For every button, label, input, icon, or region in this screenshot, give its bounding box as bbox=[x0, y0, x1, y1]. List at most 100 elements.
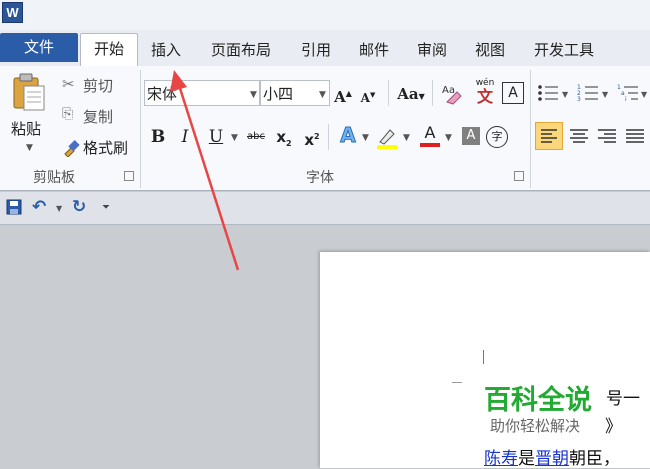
svg-text:Aa: Aa bbox=[442, 85, 455, 96]
margin-mark bbox=[452, 382, 462, 383]
highlight-button[interactable] bbox=[375, 126, 401, 150]
font-color-dropdown-icon[interactable]: ▼ bbox=[445, 133, 452, 143]
font-name-dropdown-icon[interactable]: ▼ bbox=[250, 90, 257, 100]
format-painter-label: 格式刷 bbox=[83, 139, 129, 157]
cut-button[interactable]: ✂ 剪切 bbox=[62, 75, 144, 97]
tab-references[interactable]: 引用 bbox=[296, 38, 336, 62]
format-painter-button[interactable]: 格式刷 bbox=[62, 137, 142, 159]
tab-page-layout[interactable]: 页面布局 bbox=[205, 38, 277, 62]
scissors-icon: ✂ bbox=[62, 75, 75, 93]
bold-icon: B bbox=[150, 127, 166, 147]
clipboard-launcher-icon[interactable] bbox=[124, 171, 134, 181]
tab-view[interactable]: 视图 bbox=[470, 38, 510, 62]
undo-icon[interactable]: ↶ bbox=[32, 197, 46, 217]
enclose-characters-button[interactable]: 字 bbox=[486, 126, 508, 148]
font-size-value: 小四 bbox=[263, 85, 294, 103]
copy-icon: ⎘ bbox=[62, 106, 74, 122]
redo-icon[interactable]: ↻ bbox=[72, 197, 86, 217]
document-line2-tail: 》 bbox=[605, 417, 622, 437]
align-right-icon bbox=[598, 129, 616, 143]
superscript-button[interactable]: x2 bbox=[303, 126, 321, 151]
subscript-button[interactable]: x2 bbox=[275, 126, 293, 155]
grow-font-icon: A bbox=[334, 88, 346, 106]
align-left-button[interactable] bbox=[535, 122, 563, 150]
bullets-icon: ▼ bbox=[538, 85, 569, 101]
character-shading-icon: A bbox=[466, 128, 476, 143]
font-group-label: 字体 bbox=[306, 170, 334, 186]
align-left-icon bbox=[541, 129, 557, 143]
link-jin-dynasty[interactable]: 晋朝 bbox=[535, 449, 569, 469]
paste-label: 粘贴 bbox=[11, 120, 42, 138]
svg-text:▼: ▼ bbox=[602, 90, 609, 99]
numbering-button[interactable]: 123 ▼ bbox=[576, 82, 612, 104]
group-separator bbox=[530, 70, 531, 188]
document-line3-tail: 朝臣， bbox=[569, 449, 620, 469]
superscript-icon: x bbox=[304, 131, 315, 149]
italic-icon: I bbox=[181, 127, 189, 147]
strikethrough-button[interactable]: abc bbox=[244, 126, 268, 148]
bold-button[interactable]: B bbox=[149, 126, 167, 148]
text-effects-icon: A bbox=[340, 123, 357, 147]
link-chen-shou[interactable]: 陈寿 bbox=[484, 449, 518, 469]
paste-dropdown-icon[interactable]: ▼ bbox=[26, 143, 33, 153]
copy-button[interactable]: ⎘ 复制 bbox=[62, 106, 144, 128]
font-launcher-icon[interactable] bbox=[514, 171, 524, 181]
highlight-dropdown-icon[interactable]: ▼ bbox=[403, 133, 410, 143]
subscript-icon: x bbox=[276, 128, 287, 146]
multilevel-list-button[interactable]: 1ai ▼ bbox=[616, 82, 650, 104]
copy-label: 复制 bbox=[83, 108, 114, 126]
highlighter-icon bbox=[377, 129, 397, 149]
word-app-icon[interactable]: W bbox=[2, 2, 23, 23]
clear-formatting-button[interactable]: Aa bbox=[438, 80, 468, 109]
tab-mailings[interactable]: 邮件 bbox=[354, 38, 394, 62]
text-effects-dropdown-icon[interactable]: ▼ bbox=[362, 133, 369, 143]
shrink-font-button[interactable]: A▼ bbox=[360, 84, 376, 109]
justify-icon bbox=[626, 129, 644, 143]
paintbrush-icon bbox=[64, 140, 80, 157]
document-line1-tail: 号一 bbox=[606, 389, 640, 409]
numbering-icon: 123 ▼ bbox=[577, 84, 609, 103]
character-shading-button[interactable]: A bbox=[462, 127, 480, 145]
text-effects-button[interactable]: A bbox=[337, 123, 359, 147]
underline-button[interactable]: U bbox=[205, 126, 227, 148]
paste-button[interactable]: 粘贴 ▼ bbox=[6, 70, 54, 160]
title-bar: W bbox=[0, 0, 650, 30]
character-border-button[interactable]: A bbox=[502, 82, 524, 104]
change-case-button[interactable]: Aa▼ bbox=[396, 83, 426, 107]
tab-insert[interactable]: 插入 bbox=[146, 38, 186, 62]
tab-file[interactable]: 文件 bbox=[0, 33, 78, 62]
character-border-icon: A bbox=[508, 85, 518, 101]
document-line3: 陈寿是晋朝朝臣， bbox=[484, 444, 620, 469]
phonetic-char: 文 bbox=[476, 87, 493, 106]
font-color-icon: A bbox=[424, 123, 436, 142]
font-name-value: 宋体 bbox=[147, 85, 178, 103]
bullets-button[interactable]: ▼ bbox=[536, 82, 572, 104]
justify-button[interactable] bbox=[622, 123, 648, 149]
watermark-title: 百科全说 bbox=[484, 385, 592, 416]
phonetic-guide-button[interactable]: wén 文 bbox=[472, 78, 498, 106]
change-case-icon: Aa bbox=[397, 85, 419, 103]
align-right-button[interactable] bbox=[594, 123, 620, 149]
tab-review[interactable]: 审阅 bbox=[412, 38, 452, 62]
clipboard-group-label: 剪贴板 bbox=[33, 170, 75, 186]
underline-icon: U bbox=[208, 127, 224, 147]
font-size-dropdown-icon[interactable]: ▼ bbox=[319, 90, 326, 100]
document-line3-mid: 是 bbox=[518, 449, 535, 469]
undo-dropdown-icon[interactable]: ▼ bbox=[56, 204, 62, 213]
customize-toolbar-icon[interactable]: ⏷ bbox=[102, 202, 110, 213]
multilevel-list-icon: 1ai ▼ bbox=[617, 84, 648, 103]
font-color-button[interactable]: A bbox=[418, 124, 442, 150]
grow-font-button[interactable]: A▲ bbox=[334, 82, 352, 108]
tab-developer[interactable]: 开发工具 bbox=[528, 38, 600, 62]
enclose-characters-icon: 字 bbox=[491, 130, 503, 143]
svg-text:3: 3 bbox=[577, 96, 581, 103]
svg-text:▼: ▼ bbox=[562, 90, 569, 99]
save-icon[interactable] bbox=[6, 199, 22, 215]
clipboard-icon bbox=[13, 73, 45, 111]
align-center-button[interactable] bbox=[566, 123, 592, 149]
underline-dropdown-icon[interactable]: ▼ bbox=[231, 133, 238, 143]
tab-home[interactable]: 开始 bbox=[80, 33, 138, 67]
italic-button[interactable]: I bbox=[178, 126, 192, 148]
document-page[interactable]: 百科全说 号一 助你轻松解决 》 陈寿是晋朝朝臣， bbox=[320, 252, 650, 469]
font-name-combo[interactable]: 宋体 bbox=[144, 80, 260, 106]
